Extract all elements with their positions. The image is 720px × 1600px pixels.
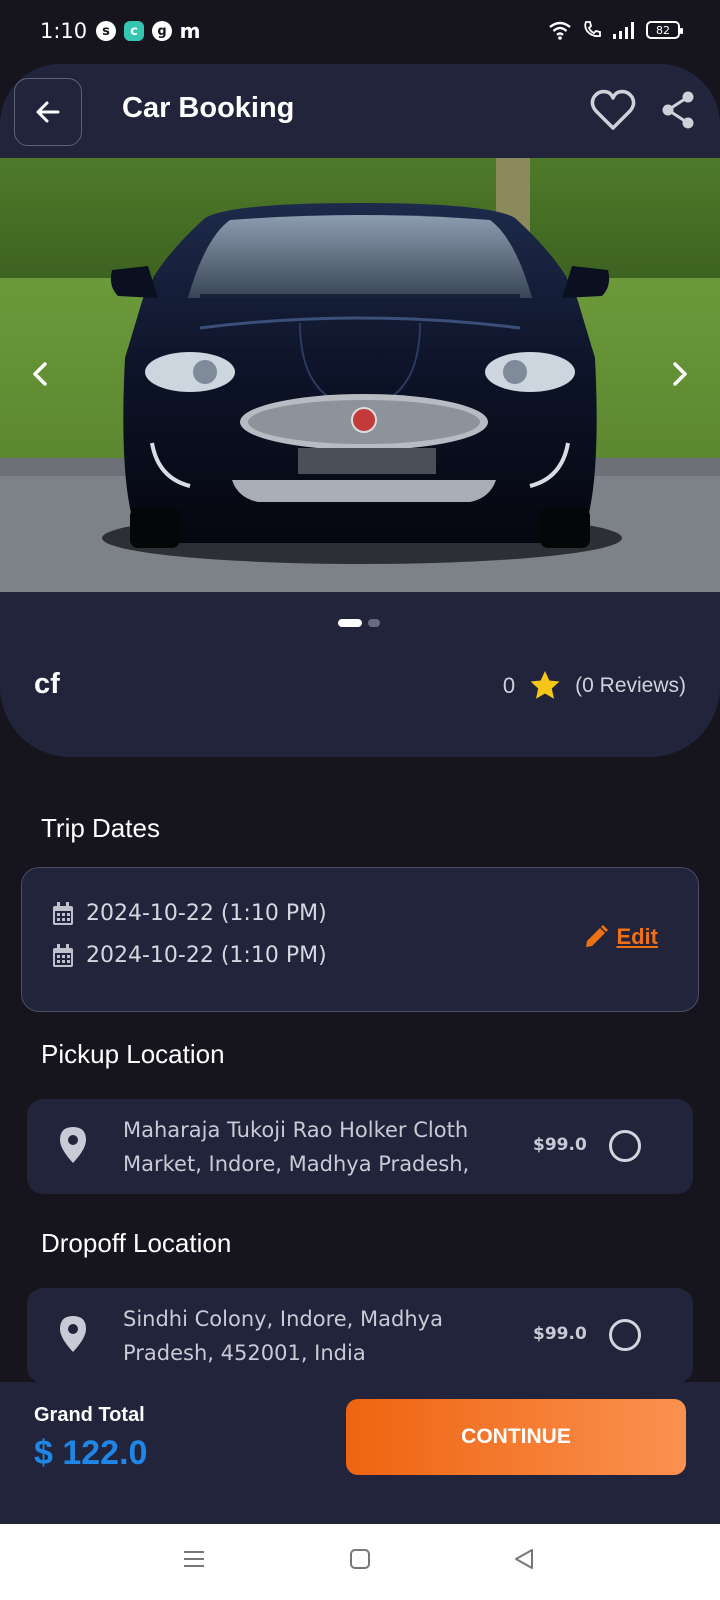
checkout-bar: Grand Total $ 122.0 CONTINUE xyxy=(0,1382,720,1524)
page-title: Car Booking xyxy=(122,92,295,124)
end-date: 2024-10-22 (1:10 PM) xyxy=(86,943,327,968)
status-app-icons: s c g m xyxy=(96,19,201,43)
calendar-icon xyxy=(53,943,73,967)
chevron-left-icon[interactable] xyxy=(24,358,56,390)
back-nav-icon[interactable] xyxy=(513,1548,535,1570)
pickup-price: $99.0 xyxy=(533,1135,587,1155)
star-icon xyxy=(530,671,560,699)
skype-notification-icon: s xyxy=(96,21,116,41)
system-navigation-bar xyxy=(0,1524,720,1600)
m-app-notification-icon: m xyxy=(179,19,201,43)
location-pin-icon xyxy=(60,1127,86,1163)
rating-summary: 0 (0 Reviews) xyxy=(503,670,686,701)
call-icon xyxy=(584,21,601,38)
wifi-icon xyxy=(549,21,571,40)
carousel-dot[interactable] xyxy=(368,619,380,627)
carousel-page-indicator xyxy=(338,619,380,627)
pencil-icon xyxy=(586,925,609,947)
home-icon[interactable] xyxy=(349,1548,371,1570)
carousel-dot-active[interactable] xyxy=(338,619,362,627)
pickup-location-option[interactable]: Maharaja Tukoji Rao Holker Cloth Market,… xyxy=(27,1099,693,1194)
grand-total-label: Grand Total xyxy=(34,1404,145,1426)
start-date-row: 2024-10-22 (1:10 PM) xyxy=(52,901,327,926)
dropoff-price: $99.0 xyxy=(533,1324,587,1344)
arrow-left-icon xyxy=(36,101,60,123)
dropoff-location-option[interactable]: Sindhi Colony, Indore, Madhya Pradesh, 4… xyxy=(27,1288,693,1383)
c-app-notification-icon: c xyxy=(124,21,144,41)
chevron-right-icon[interactable] xyxy=(664,358,696,390)
pickup-address: Maharaja Tukoji Rao Holker Cloth Market,… xyxy=(123,1118,470,1176)
calendar-icon xyxy=(53,901,73,925)
dropoff-radio-button[interactable] xyxy=(609,1319,641,1351)
share-icon[interactable] xyxy=(660,90,696,130)
edit-label: Edit xyxy=(616,924,658,949)
signal-icon xyxy=(613,22,634,39)
battery-icon: 82 xyxy=(646,21,683,39)
favorite-heart-icon[interactable] xyxy=(590,88,636,132)
car-details-card: Car Booking cf 0 (0 Reviews) xyxy=(0,64,720,757)
back-button[interactable] xyxy=(14,78,82,146)
car-photo xyxy=(0,158,720,592)
dropoff-address: Sindhi Colony, Indore, Madhya Pradesh, 4… xyxy=(123,1307,443,1365)
pickup-location-title: Pickup Location xyxy=(41,1039,225,1069)
g-app-notification-icon: g xyxy=(152,21,172,41)
continue-button[interactable]: CONTINUE xyxy=(346,1399,686,1475)
start-date: 2024-10-22 (1:10 PM) xyxy=(86,901,327,926)
status-time: 1:10 xyxy=(40,19,88,43)
car-photo-carousel[interactable] xyxy=(0,158,720,592)
recent-apps-icon[interactable] xyxy=(183,1548,205,1570)
status-bar: 1:10 s c g m 82 xyxy=(0,0,720,64)
trip-dates-card: 2024-10-22 (1:10 PM) 2024-10-22 (1:10 PM… xyxy=(21,867,699,1012)
rating-value: 0 xyxy=(502,672,516,698)
dropoff-location-title: Dropoff Location xyxy=(41,1228,232,1258)
app-header: Car Booking xyxy=(0,64,720,158)
location-pin-icon xyxy=(60,1316,86,1352)
pickup-radio-button[interactable] xyxy=(609,1130,641,1162)
reviews-count[interactable]: (0 Reviews) xyxy=(575,674,686,698)
end-date-row: 2024-10-22 (1:10 PM) xyxy=(52,943,327,968)
grand-total-value: $ 122.0 xyxy=(34,1434,148,1472)
car-name: cf xyxy=(34,668,60,700)
status-indicators: 82 xyxy=(548,20,683,40)
trip-dates-title: Trip Dates xyxy=(41,813,160,843)
edit-dates-button[interactable]: Edit xyxy=(584,924,658,950)
